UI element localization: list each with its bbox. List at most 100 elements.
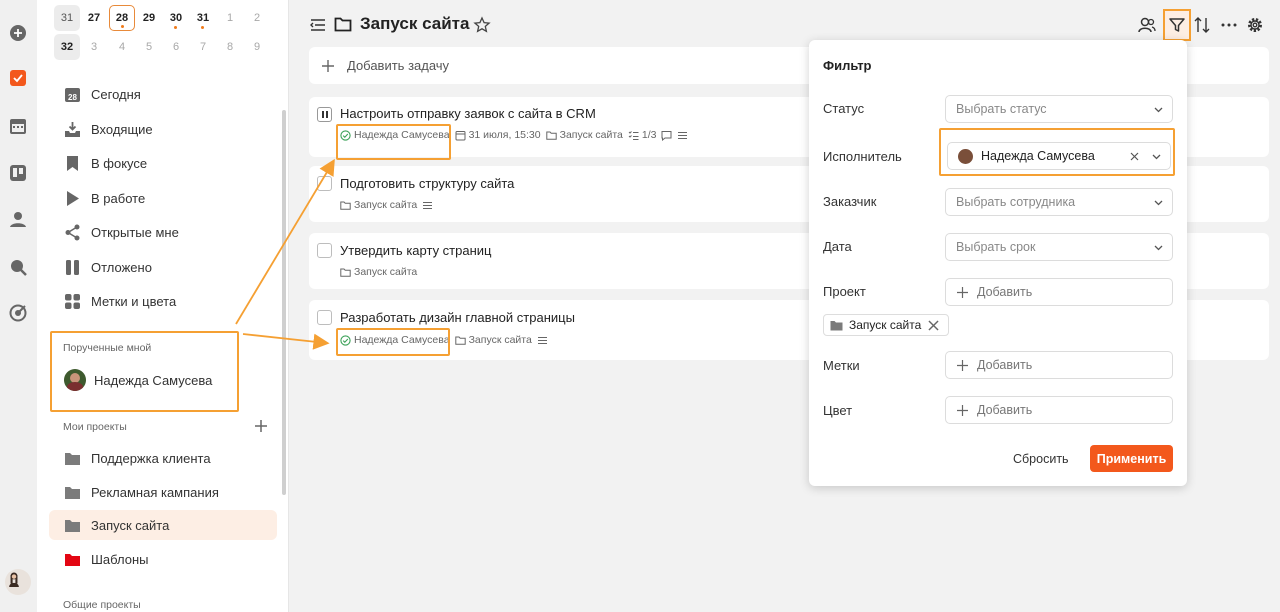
share-icon bbox=[65, 224, 80, 240]
sidebar-item-inbox[interactable]: Входящие bbox=[49, 114, 277, 144]
calendar-day-today[interactable]: 28 bbox=[109, 5, 135, 31]
search-icon[interactable] bbox=[9, 258, 27, 276]
user-avatar[interactable] bbox=[5, 569, 31, 595]
calendar-day-label: 31 bbox=[196, 12, 210, 24]
color-add-field[interactable]: Добавить bbox=[945, 396, 1173, 424]
project-label: Шаблоны bbox=[91, 551, 149, 567]
highlight-box bbox=[336, 124, 451, 160]
collapse-sidebar-icon[interactable] bbox=[308, 15, 328, 35]
calendar-day[interactable]: 6 bbox=[163, 34, 189, 60]
folder-icon bbox=[65, 452, 80, 465]
sidebar-item-label: Сегодня bbox=[91, 86, 141, 102]
task-meta: Запуск сайта bbox=[340, 199, 433, 211]
target-icon[interactable] bbox=[9, 304, 27, 322]
task-paused-checkbox[interactable] bbox=[317, 107, 332, 122]
sidebar-item-label: Отложено bbox=[91, 259, 152, 275]
more-icon[interactable] bbox=[1219, 15, 1239, 35]
reset-button[interactable]: Сбросить bbox=[1013, 452, 1069, 466]
project-label: Поддержка клиента bbox=[91, 450, 211, 466]
sidebar-item-in-progress[interactable]: В работе bbox=[49, 183, 277, 213]
status-select[interactable]: Выбрать статус bbox=[945, 95, 1173, 123]
project-tag-text: Запуск сайта bbox=[354, 199, 418, 211]
bookmark-icon bbox=[67, 155, 78, 171]
project-label: Проект bbox=[823, 284, 866, 299]
add-label: Добавить bbox=[977, 285, 1033, 299]
task-title: Настроить отправку заявок с сайта в CRM bbox=[340, 106, 596, 121]
calendar-day[interactable]: 1 bbox=[217, 5, 243, 31]
calendar-day[interactable]: 7 bbox=[190, 34, 216, 60]
calendar-day[interactable]: 31 bbox=[190, 5, 216, 31]
apply-button[interactable]: Применить bbox=[1090, 445, 1173, 472]
assignee-label: Исполнитель bbox=[823, 149, 902, 164]
calendar-day[interactable]: 3 bbox=[81, 34, 107, 60]
comment-icon bbox=[661, 130, 672, 141]
sidebar-item-label: Открытые мне bbox=[91, 224, 179, 240]
sidebar-item-tags-colors[interactable]: Метки и цвета bbox=[49, 286, 277, 316]
add-circle-icon[interactable] bbox=[9, 24, 27, 42]
settings-gear-icon[interactable] bbox=[1245, 15, 1265, 35]
user-icon[interactable] bbox=[9, 210, 27, 228]
tags-add-field[interactable]: Добавить bbox=[945, 351, 1173, 379]
calendar-day-label: 28 bbox=[115, 12, 129, 24]
project-item[interactable]: Шаблоны bbox=[49, 544, 277, 574]
customer-select[interactable]: Выбрать сотрудника bbox=[945, 188, 1173, 216]
highlight-box bbox=[336, 328, 450, 356]
project-item-active[interactable]: Запуск сайта bbox=[49, 510, 277, 540]
checklist-icon bbox=[628, 130, 639, 140]
calendar-day[interactable]: 4 bbox=[109, 34, 135, 60]
folder-small-icon bbox=[545, 131, 557, 140]
filter-title: Фильтр bbox=[823, 58, 872, 73]
calendar-small-icon bbox=[455, 130, 466, 140]
folder-icon bbox=[830, 320, 843, 330]
task-checkbox[interactable] bbox=[317, 176, 332, 191]
project-tag: Запуск сайта bbox=[454, 334, 532, 346]
project-tag: Запуск сайта bbox=[340, 266, 417, 278]
calendar-day[interactable]: 8 bbox=[217, 34, 243, 60]
task-checkbox[interactable] bbox=[317, 310, 332, 325]
due-date: 31 июля, 15:30 bbox=[455, 129, 541, 141]
tags-label: Метки bbox=[823, 358, 860, 373]
calendar-rail-icon[interactable] bbox=[9, 117, 27, 135]
plus-icon bbox=[957, 404, 968, 416]
remove-chip-icon[interactable] bbox=[927, 319, 940, 332]
add-project-icon[interactable] bbox=[253, 418, 269, 434]
star-icon[interactable] bbox=[472, 15, 492, 35]
page-title: Запуск сайта bbox=[360, 14, 470, 33]
chevron-down-icon bbox=[1154, 107, 1163, 113]
sidebar-scrollbar[interactable] bbox=[282, 110, 286, 495]
add-task-label: Добавить задачу bbox=[347, 58, 450, 73]
calendar-day[interactable]: 29 bbox=[136, 5, 162, 31]
project-chip[interactable]: Запуск сайта bbox=[823, 314, 950, 336]
project-tag-text: Запуск сайта bbox=[559, 129, 623, 141]
folder-red-icon bbox=[65, 553, 80, 566]
grid-icon bbox=[65, 293, 80, 309]
icon-rail bbox=[0, 0, 37, 612]
project-item[interactable]: Поддержка клиента bbox=[49, 443, 277, 473]
kanban-icon[interactable] bbox=[9, 164, 27, 182]
week-number: 31 bbox=[54, 5, 80, 31]
sidebar-item-postponed[interactable]: Отложено bbox=[49, 252, 277, 282]
folder-outline-icon bbox=[333, 14, 353, 34]
sidebar-item-today[interactable]: 28 Сегодня bbox=[49, 79, 277, 109]
calendar-day[interactable]: 30 bbox=[163, 5, 189, 31]
members-icon[interactable] bbox=[1137, 15, 1157, 35]
color-label: Цвет bbox=[823, 403, 853, 418]
sort-icon[interactable] bbox=[1192, 15, 1212, 35]
project-label: Запуск сайта bbox=[91, 517, 170, 533]
checklist-counter: 1/3 bbox=[628, 129, 656, 141]
plus-icon bbox=[957, 286, 968, 298]
pause-icon bbox=[66, 259, 79, 275]
sidebar-item-focus[interactable]: В фокусе bbox=[49, 148, 277, 178]
filter-panel: Фильтр Статус Выбрать статус Исполнитель… bbox=[809, 40, 1187, 486]
filter-button[interactable] bbox=[1163, 9, 1191, 41]
tasks-icon[interactable] bbox=[9, 69, 27, 87]
date-select[interactable]: Выбрать срок bbox=[945, 233, 1173, 261]
calendar-day[interactable]: 27 bbox=[81, 5, 107, 31]
calendar-day[interactable]: 2 bbox=[244, 5, 270, 31]
calendar-day[interactable]: 9 bbox=[244, 34, 270, 60]
task-checkbox[interactable] bbox=[317, 243, 332, 258]
sidebar-item-shared-with-me[interactable]: Открытые мне bbox=[49, 217, 277, 247]
calendar-day[interactable]: 5 bbox=[136, 34, 162, 60]
project-item[interactable]: Рекламная кампания bbox=[49, 477, 277, 507]
project-add-field[interactable]: Добавить bbox=[945, 278, 1173, 306]
